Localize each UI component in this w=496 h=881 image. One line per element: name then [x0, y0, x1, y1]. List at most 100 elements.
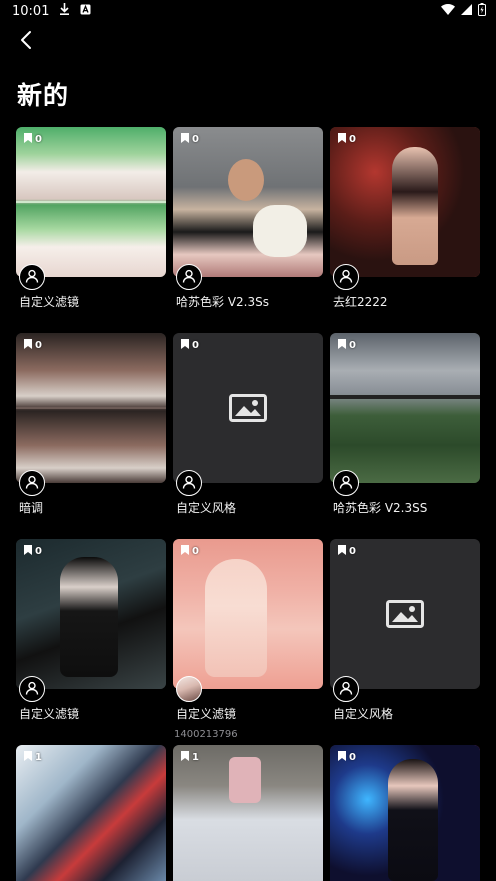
- bookmark-count-badge: 0: [24, 133, 42, 146]
- filter-card[interactable]: 0 暗调: [16, 333, 166, 515]
- filter-card[interactable]: 0: [330, 745, 480, 881]
- avatar[interactable]: [19, 470, 45, 496]
- user-icon: [339, 268, 353, 287]
- image-placeholder-icon: [229, 394, 267, 426]
- bookmark-count-badge: 0: [338, 545, 356, 558]
- bookmark-count-badge: 1: [181, 751, 199, 764]
- bookmark-count-badge: 0: [24, 545, 42, 558]
- bookmark-count-badge: 0: [338, 751, 356, 764]
- portrait-shape: [60, 557, 118, 677]
- hoodie-shape: [205, 559, 267, 677]
- page-title: 新的: [17, 81, 70, 110]
- image-placeholder-icon: [386, 600, 424, 632]
- status-time: 10:01: [12, 3, 50, 19]
- bookmark-icon: [338, 133, 346, 146]
- bookmark-count-badge: 0: [181, 545, 199, 558]
- thumbnail-image: [16, 745, 166, 881]
- filter-card[interactable]: 0 哈苏色彩 V2.3SS: [330, 333, 480, 515]
- back-button[interactable]: [12, 30, 40, 54]
- card-title: 暗调: [19, 501, 44, 515]
- bookmark-icon: [181, 545, 189, 558]
- card-thumbnail[interactable]: 1: [16, 745, 166, 881]
- image-divider: [16, 407, 166, 409]
- filter-card[interactable]: 1: [16, 745, 166, 881]
- notification-app-icon: [80, 4, 91, 19]
- avatar[interactable]: [176, 470, 202, 496]
- avatar[interactable]: [19, 676, 45, 702]
- bookmark-count-badge: 0: [338, 339, 356, 352]
- card-title: 自定义滤镜: [176, 707, 237, 721]
- portrait-shape: [228, 159, 264, 201]
- card-title: 去红2222: [333, 295, 388, 309]
- card-user-id: 1400213796: [174, 729, 238, 740]
- filter-card[interactable]: 1: [173, 745, 323, 881]
- card-thumbnail[interactable]: 0: [16, 127, 166, 277]
- bookmark-count-badge: 0: [338, 133, 356, 146]
- filter-card[interactable]: 0 自定义滤镜: [16, 127, 166, 309]
- bookmark-icon: [338, 751, 346, 764]
- user-icon: [339, 680, 353, 699]
- bookmark-icon: [181, 339, 189, 352]
- bookmark-icon: [338, 545, 346, 558]
- status-bar: 10:01: [0, 0, 496, 22]
- card-thumbnail[interactable]: 0: [16, 539, 166, 689]
- card-title: 自定义滤镜: [19, 707, 80, 721]
- filter-card[interactable]: 0 自定义滤镜: [16, 539, 166, 721]
- bookmark-count-badge: 1: [24, 751, 42, 764]
- user-icon: [25, 680, 39, 699]
- user-icon: [25, 474, 39, 493]
- avatar[interactable]: [333, 264, 359, 290]
- railing-shape: [330, 395, 480, 399]
- avatar[interactable]: [333, 470, 359, 496]
- card-thumbnail[interactable]: 0: [16, 333, 166, 483]
- card-thumbnail[interactable]: 0: [330, 745, 480, 881]
- filter-card[interactable]: 0 自定义风格: [173, 333, 323, 515]
- filter-card[interactable]: 0 自定义风格: [330, 539, 480, 721]
- bookmark-icon: [24, 339, 32, 352]
- signal-icon: [461, 3, 472, 19]
- bookmark-icon: [24, 751, 32, 764]
- user-icon: [339, 474, 353, 493]
- user-icon: [182, 474, 196, 493]
- filter-card[interactable]: 0 去红2222: [330, 127, 480, 309]
- card-thumbnail[interactable]: 0: [330, 127, 480, 277]
- bookmark-icon: [181, 751, 189, 764]
- avatar[interactable]: [19, 264, 45, 290]
- bookmark-count-badge: 0: [181, 133, 199, 146]
- portrait-shape: [388, 759, 438, 881]
- bookmark-icon: [338, 339, 346, 352]
- image-divider: [16, 201, 166, 203]
- bookmark-count-badge: 0: [181, 339, 199, 352]
- card-title: 自定义风格: [333, 707, 394, 721]
- bookmark-icon: [24, 133, 32, 146]
- bookmark-icon: [181, 133, 189, 146]
- bookmark-count-badge: 0: [24, 339, 42, 352]
- avatar[interactable]: [176, 676, 202, 702]
- user-icon: [182, 268, 196, 287]
- user-icon: [25, 268, 39, 287]
- chevron-left-icon: [19, 30, 33, 54]
- thumbnail-image: [173, 127, 323, 277]
- wifi-icon: [441, 3, 455, 19]
- card-title: 哈苏色彩 V2.3SS: [333, 501, 428, 515]
- card-thumbnail[interactable]: 0: [173, 539, 323, 689]
- card-thumbnail[interactable]: 0: [330, 539, 480, 689]
- avatar[interactable]: [176, 264, 202, 290]
- portrait-shape: [392, 147, 438, 265]
- card-title: 自定义风格: [176, 501, 237, 515]
- card-thumbnail[interactable]: 0: [173, 333, 323, 483]
- card-thumbnail[interactable]: 1: [173, 745, 323, 881]
- filter-card[interactable]: 0 哈苏色彩 V2.3Ss: [173, 127, 323, 309]
- thumbnail-image: [330, 333, 480, 483]
- bouquet-shape: [253, 205, 307, 257]
- download-icon: [59, 3, 70, 19]
- bookmark-icon: [24, 545, 32, 558]
- card-thumbnail[interactable]: 0: [173, 127, 323, 277]
- card-title: 自定义滤镜: [19, 295, 80, 309]
- filter-card[interactable]: 0 自定义滤镜 1400213796: [173, 539, 323, 740]
- card-title: 哈苏色彩 V2.3Ss: [176, 295, 269, 309]
- battery-icon: [478, 2, 486, 20]
- card-thumbnail[interactable]: 0: [330, 333, 480, 483]
- phone-shape: [229, 757, 261, 803]
- avatar[interactable]: [333, 676, 359, 702]
